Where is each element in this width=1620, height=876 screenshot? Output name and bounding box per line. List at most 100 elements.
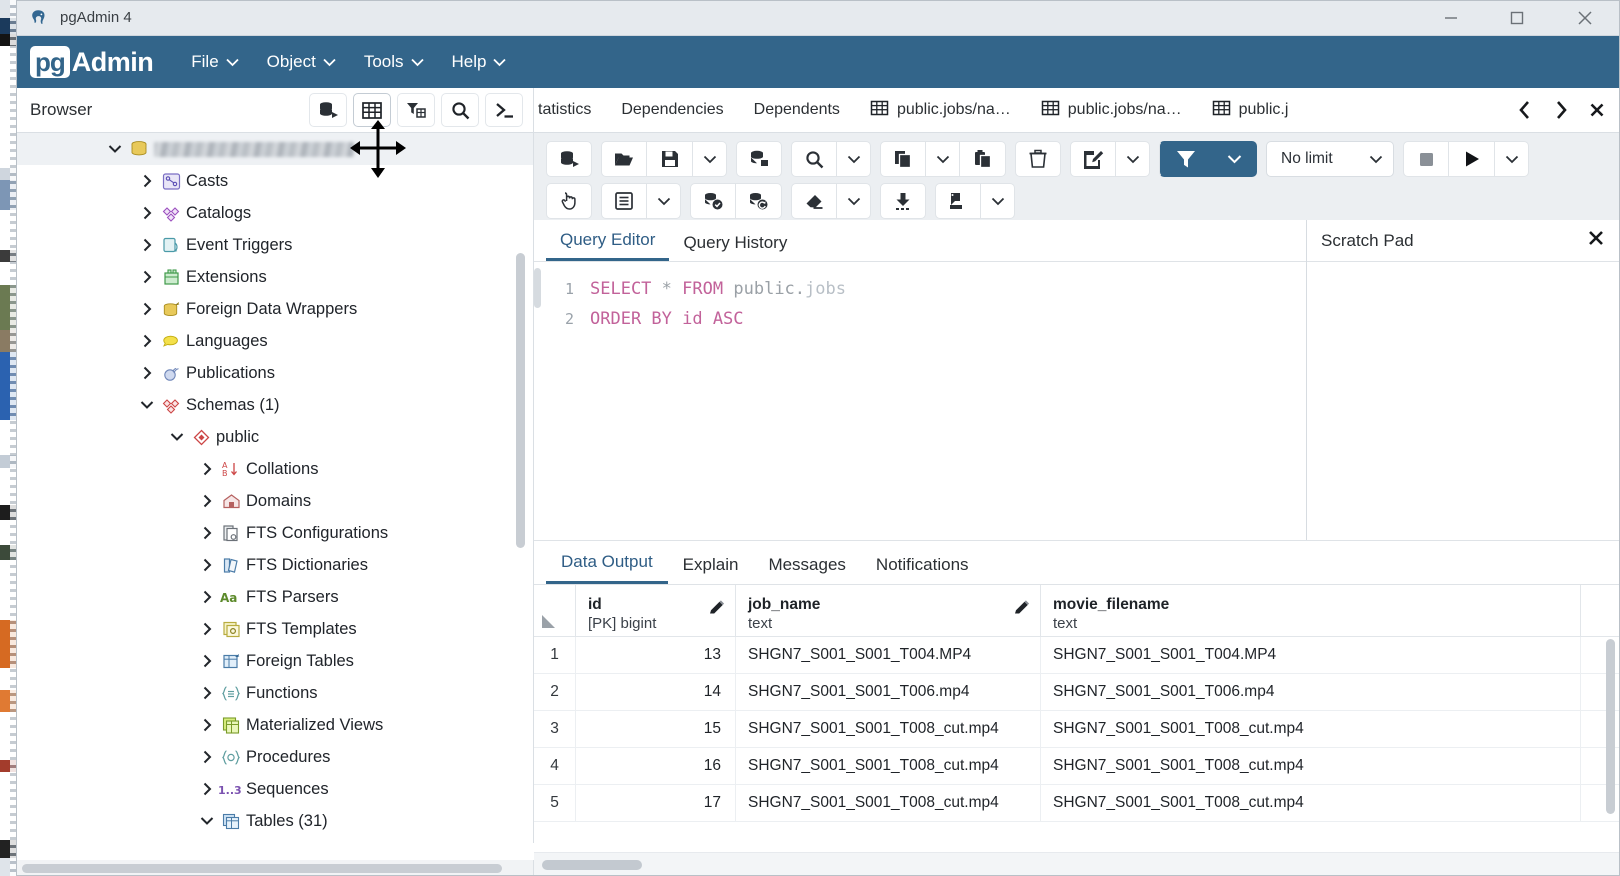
sidebar-item-foreign-data-wrappers[interactable]: Foreign Data Wrappers — [16, 293, 533, 325]
chevron-right-icon[interactable] — [196, 654, 218, 668]
macros-icon[interactable] — [546, 183, 592, 219]
chevron-right-icon[interactable] — [196, 622, 218, 636]
table-row[interactable]: 5 17 SHGN7_S001_S001_T008_cut.mp4 SHGN7_… — [534, 785, 1620, 822]
sidebar-item-fts-templates[interactable]: FTS Templates — [16, 613, 533, 645]
execute-dropdown-caret[interactable] — [1495, 141, 1529, 177]
find-icon[interactable] — [791, 141, 837, 177]
sidebar-item-fts-configurations[interactable]: FTS Configurations — [16, 517, 533, 549]
tree-vertical-scrollbar[interactable] — [516, 253, 525, 548]
chevron-right-icon[interactable] — [196, 686, 218, 700]
chevron-right-icon[interactable] — [196, 558, 218, 572]
edit-dropdown-icon[interactable] — [1070, 141, 1116, 177]
rollback-icon[interactable] — [736, 183, 782, 219]
tab-public-jobs-2[interactable]: public.jobs/na… — [1026, 88, 1197, 132]
tab-dependents[interactable]: Dependents — [739, 88, 855, 132]
download-csv-icon[interactable] — [880, 183, 926, 219]
chevron-right-icon[interactable] — [196, 782, 218, 796]
grid-horizontal-scrollbar[interactable] — [534, 852, 1620, 876]
sidebar-item-schemas[interactable]: Schemas (1) — [16, 389, 533, 421]
maximize-button[interactable] — [1484, 0, 1550, 36]
chevron-right-icon[interactable] — [136, 334, 158, 348]
chevron-right-icon[interactable] — [136, 206, 158, 220]
cell-id[interactable]: 13 — [576, 637, 736, 673]
chevron-right-icon[interactable] — [136, 238, 158, 252]
stop-icon[interactable] — [1403, 141, 1449, 177]
tab-statistics[interactable]: tatistics — [534, 88, 606, 132]
connection-status-icon[interactable] — [736, 141, 782, 177]
sidebar-item-public[interactable]: public — [16, 421, 533, 453]
save-file-icon[interactable] — [647, 141, 693, 177]
tree-hscroll-thumb[interactable] — [22, 864, 502, 873]
cell-id[interactable]: 15 — [576, 711, 736, 747]
chevron-right-icon[interactable] — [136, 302, 158, 316]
search-icon[interactable] — [441, 93, 479, 127]
cell-id[interactable]: 14 — [576, 674, 736, 710]
table-row[interactable]: 4 16 SHGN7_S001_S001_T008_cut.mp4 SHGN7_… — [534, 748, 1620, 785]
tab-public-jobs-3[interactable]: public.j — [1197, 88, 1304, 132]
sidebar-item-materialized-views[interactable]: Materialized Views — [16, 709, 533, 741]
cell-id[interactable]: 16 — [576, 748, 736, 784]
explain-dropdown-caret[interactable] — [647, 183, 681, 219]
explain-options-icon[interactable] — [601, 183, 647, 219]
cell-job-name[interactable]: SHGN7_S001_S001_T008_cut.mp4 — [736, 711, 1041, 747]
sidebar-item-foreign-tables[interactable]: Foreign Tables — [16, 645, 533, 677]
tab-query-history[interactable]: Query History — [669, 233, 801, 261]
sidebar-item-languages[interactable]: Languages — [16, 325, 533, 357]
cell-job-name[interactable]: SHGN7_S001_S001_T006.mp4 — [736, 674, 1041, 710]
sidebar-item-casts[interactable]: Casts — [16, 165, 533, 197]
scratch-pad-close-icon[interactable] — [1586, 228, 1606, 254]
chevron-right-icon[interactable] — [196, 462, 218, 476]
chevron-down-icon[interactable] — [196, 816, 218, 826]
column-header-job-name[interactable]: job_name text — [736, 585, 1041, 636]
open-file-icon[interactable] — [601, 141, 647, 177]
sidebar-item-collations[interactable]: AB Collations — [16, 453, 533, 485]
cell-movie-filename[interactable]: SHGN7_S001_S001_T004.MP4 — [1041, 637, 1581, 673]
sidebar-item-tables[interactable]: Tables (31) — [16, 805, 533, 837]
chevron-right-icon[interactable] — [196, 750, 218, 764]
cell-job-name[interactable]: SHGN7_S001_S001_T004.MP4 — [736, 637, 1041, 673]
chevron-right-icon[interactable] — [196, 526, 218, 540]
copy-dropdown-caret[interactable] — [926, 141, 960, 177]
tree-horizontal-scrollbar[interactable] — [16, 860, 534, 876]
sidebar-item-functions[interactable]: Functions — [16, 677, 533, 709]
menu-object[interactable]: Object — [257, 46, 346, 78]
sidebar-item-procedures[interactable]: Procedures — [16, 741, 533, 773]
table-row[interactable]: 2 14 SHGN7_S001_S001_T006.mp4 SHGN7_S001… — [534, 674, 1620, 711]
column-header-movie-filename[interactable]: movie_filename text — [1041, 585, 1581, 636]
cell-movie-filename[interactable]: SHGN7_S001_S001_T006.mp4 — [1041, 674, 1581, 710]
tab-notifications[interactable]: Notifications — [861, 555, 984, 584]
table-row[interactable]: 1 13 SHGN7_S001_S001_T004.MP4 SHGN7_S001… — [534, 637, 1620, 674]
cell-movie-filename[interactable]: SHGN7_S001_S001_T008_cut.mp4 — [1041, 711, 1581, 747]
commit-icon[interactable] — [690, 183, 736, 219]
graph-dropdown-caret[interactable] — [981, 183, 1015, 219]
scratch-pad-textarea[interactable] — [1307, 262, 1620, 532]
column-header-id[interactable]: id [PK] bigint — [576, 585, 736, 636]
sidebar-item-domains[interactable]: Domains — [16, 485, 533, 517]
tab-prev-button[interactable] — [1508, 91, 1542, 129]
cell-job-name[interactable]: SHGN7_S001_S001_T008_cut.mp4 — [736, 785, 1041, 821]
sidebar-item-catalogs[interactable]: Catalogs — [16, 197, 533, 229]
cell-id[interactable]: 17 — [576, 785, 736, 821]
cell-job-name[interactable]: SHGN7_S001_S001_T008_cut.mp4 — [736, 748, 1041, 784]
tab-public-jobs-1[interactable]: public.jobs/na… — [855, 88, 1026, 132]
menu-help[interactable]: Help — [442, 46, 517, 78]
chevron-right-icon[interactable] — [196, 718, 218, 732]
sql-code-area[interactable]: 1 SELECT * FROM public.jobs 2 ORDER BY i… — [534, 262, 1306, 334]
chevron-right-icon[interactable] — [136, 366, 158, 380]
view-data-icon[interactable] — [353, 93, 391, 127]
filtered-rows-icon[interactable] — [397, 93, 435, 127]
sidebar-item-sequences[interactable]: 1..3 Sequences — [16, 773, 533, 805]
grid-corner-cell[interactable] — [534, 585, 576, 636]
query-tool-icon[interactable] — [309, 93, 347, 127]
tab-dependencies[interactable]: Dependencies — [606, 88, 738, 132]
tab-next-button[interactable] — [1544, 91, 1578, 129]
row-limit-select[interactable]: No limit — [1266, 141, 1394, 177]
tab-query-editor[interactable]: Query Editor — [546, 230, 670, 261]
clear-dropdown-caret[interactable] — [837, 183, 871, 219]
chevron-right-icon[interactable] — [196, 590, 218, 604]
sidebar-item-fts-dictionaries[interactable]: FTS Dictionaries — [16, 549, 533, 581]
psql-terminal-icon[interactable] — [485, 93, 523, 127]
tree-node-database[interactable] — [16, 133, 533, 165]
edit-dropdown-caret[interactable] — [1116, 141, 1150, 177]
sidebar-item-extensions[interactable]: Extensions — [16, 261, 533, 293]
